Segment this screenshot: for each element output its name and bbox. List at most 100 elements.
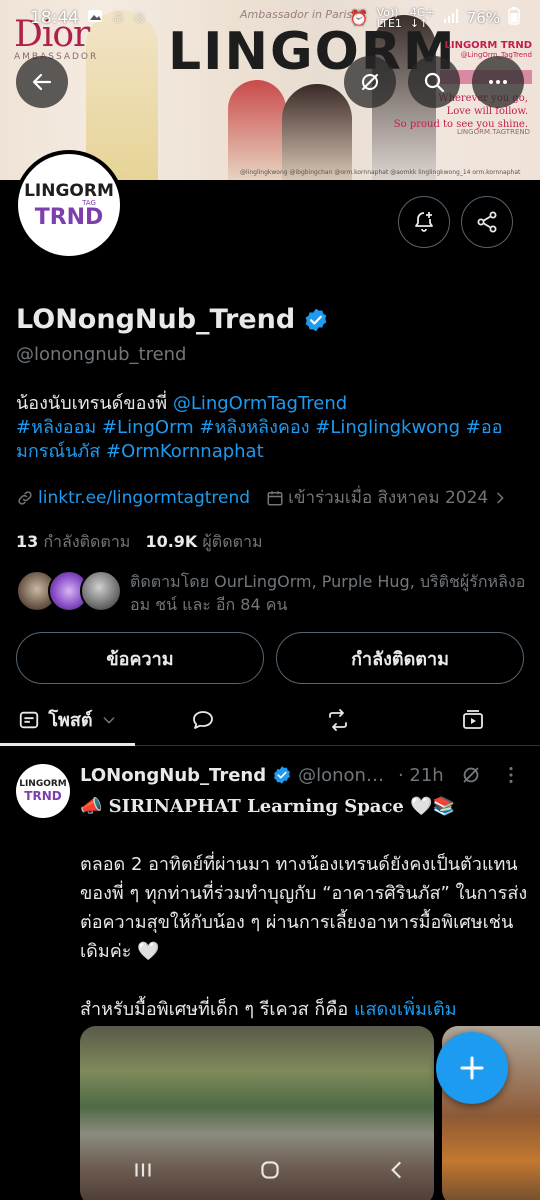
post-avatar[interactable]: LINGORM TRND	[16, 764, 70, 818]
tab-replies[interactable]	[135, 694, 270, 745]
home-icon[interactable]	[257, 1157, 283, 1183]
post-body: 📣 SIRINAPHAT Learning Space 🤍📚 ตลอด 2 อา…	[80, 792, 530, 1024]
bio-mention-link[interactable]: @LingOrmTagTrend	[173, 393, 347, 414]
bio-hashtags[interactable]: มกรณ์นภัส #OrmKornnaphat	[16, 440, 526, 464]
banner-person-3	[282, 84, 352, 180]
gallery-icon	[87, 8, 103, 29]
posts-icon	[20, 711, 39, 728]
profile-link[interactable]: linktr.ee/lingormtagtrend	[16, 488, 250, 508]
banner-tag: LINGORM.TAGTREND	[456, 128, 530, 136]
profile-name: LONongNub_Trend	[16, 304, 329, 335]
show-more-link[interactable]: แสดงเพิ่มเติม	[354, 999, 457, 1020]
back-arrow-icon	[32, 73, 52, 91]
following-link[interactable]: 13 กำลังติดตาม	[16, 532, 130, 551]
banner-logo-text: LINGORM TRND	[444, 40, 533, 51]
plus-icon	[460, 1056, 484, 1080]
profile-bio: น้องนับเทรนด์ของพี่ @LingOrmTagTrend #หล…	[16, 392, 526, 464]
tab-posts[interactable]: โพสต์	[0, 694, 135, 746]
banner-handles: @linglingkwong @ibgbingchan @orm.kornnap…	[240, 169, 521, 176]
message-button[interactable]: ข้อความ	[16, 632, 264, 684]
battery-text: 76%	[466, 9, 500, 27]
calendar-icon	[267, 490, 283, 505]
notification-icon: ☃	[111, 9, 125, 27]
tab-reposts[interactable]	[270, 694, 405, 745]
avatar-logo-bottom: TRND	[34, 204, 104, 230]
post-time: · 21h	[397, 764, 444, 786]
repost-icon	[328, 708, 347, 731]
lte-text: LTE1	[376, 17, 402, 30]
bio-line-1: น้องนับเทรนด์ของพี่ @LingOrmTagTrend	[16, 392, 526, 416]
notification-icon: ☃	[132, 9, 146, 27]
profile-link-text[interactable]: linktr.ee/lingormtagtrend	[38, 488, 250, 508]
post-author-name[interactable]: LONongNub_Trend	[80, 765, 266, 786]
more-button[interactable]	[472, 56, 524, 108]
banner-logo: LINGORM TRND @LingOrm_TagTrend	[445, 40, 533, 59]
notify-button[interactable]	[398, 196, 450, 248]
battery-icon	[508, 7, 520, 29]
post-paragraph-2: สำหรับมื้อพิเศษที่เด็ก ๆ รีเควส ก็คือ แส…	[80, 995, 530, 1024]
bell-plus-icon	[415, 212, 433, 232]
post-avatar-logo-bottom: TRND	[24, 789, 62, 803]
signal-icon	[443, 8, 459, 28]
search-icon	[424, 72, 445, 93]
grok-button[interactable]	[344, 56, 396, 108]
followers-label: ผู้ติดตาม	[202, 532, 263, 551]
link-icon	[18, 490, 32, 505]
profile-meta: linktr.ee/lingormtagtrend เข้าร่วมเมื่อ …	[16, 484, 508, 511]
recent-apps-icon[interactable]	[130, 1157, 156, 1183]
reply-icon	[192, 710, 213, 729]
media-icon	[462, 709, 483, 729]
data-arrows: ↓↑	[409, 17, 429, 30]
joined-text: เข้าร่วมเมื่อ สิงหาคม 2024	[288, 488, 489, 508]
followers-link[interactable]: 10.9K ผู้ติดตาม	[145, 532, 262, 551]
back-nav-icon[interactable]	[384, 1157, 410, 1183]
grok-icon	[362, 74, 378, 90]
follower-avatars	[16, 570, 122, 614]
alarm-icon: ⏰	[349, 9, 369, 27]
status-bar: 18:44 ☃ ☃ ⏰ Vo)) LTE1 4G+ ↓↑ 76%	[0, 0, 540, 36]
follow-counts: 13 กำลังติดตาม 10.9K ผู้ติดตาม	[16, 530, 263, 555]
profile-tabs: โพสต์	[0, 694, 540, 746]
post-paragraph-1: ตลอด 2 อาทิตย์ที่ผ่านมา ทางน้องเทรนด์ยัง…	[80, 854, 528, 962]
followed-by-text: ติดตามโดย OurLingOrm, Purple Hug, บริติช…	[130, 572, 526, 614]
search-button[interactable]	[408, 56, 460, 108]
bio-hashtags[interactable]: #หลิงออม #LingOrm #หลิงหลิงคอง #Lingling…	[16, 416, 526, 440]
tab-media[interactable]	[405, 694, 540, 745]
chevron-down-icon	[103, 716, 115, 724]
display-name: LONongNub_Trend	[16, 304, 296, 335]
following-label: กำลังติดตาม	[43, 532, 131, 551]
more-vertical-icon[interactable]	[500, 764, 522, 786]
profile-avatar[interactable]: LINGORM TAG TRND	[14, 150, 124, 260]
following-button[interactable]: กำลังติดตาม	[276, 632, 524, 684]
status-time: 18:44	[30, 8, 79, 28]
post-avatar-logo-top: LINGORM	[19, 779, 67, 789]
volte-indicator: Vo)) LTE1	[377, 7, 402, 29]
grok-icon[interactable]	[460, 764, 482, 786]
followed-by[interactable]: ติดตามโดย OurLingOrm, Purple Hug, บริติช…	[16, 570, 526, 616]
more-icon	[489, 80, 507, 84]
compose-button[interactable]	[436, 1032, 508, 1104]
verified-badge-icon[interactable]	[303, 307, 329, 333]
post-title: 📣 SIRINAPHAT Learning Space 🤍📚	[80, 796, 455, 817]
avatar	[80, 570, 122, 612]
avatar-logo-top: LINGORM	[24, 180, 114, 201]
following-count: 13	[16, 532, 39, 551]
share-icon	[477, 211, 497, 233]
network-indicator: 4G+ ↓↑	[410, 7, 435, 29]
share-button[interactable]	[461, 196, 513, 248]
tab-posts-label: โพสต์	[48, 710, 93, 731]
joined-date[interactable]: เข้าร่วมเมื่อ สิงหาคม 2024	[266, 484, 508, 511]
bio-text: น้องนับเทรนด์ของพี่	[16, 393, 173, 414]
post-header: LONongNub_Trend @lonon… · 21h	[80, 764, 530, 786]
followers-count: 10.9K	[145, 532, 198, 551]
banner-quote-line: Love will follow.	[446, 106, 528, 117]
back-button[interactable]	[16, 56, 68, 108]
banner-person-2	[228, 80, 286, 180]
post-paragraph-2-text: สำหรับมื้อพิเศษที่เด็ก ๆ รีเควส ก็คือ	[80, 999, 354, 1020]
verified-badge-icon	[274, 766, 291, 784]
chevron-right-icon	[497, 492, 504, 503]
system-nav-bar	[0, 1140, 540, 1200]
post-author-handle: @lonon…	[298, 764, 384, 786]
